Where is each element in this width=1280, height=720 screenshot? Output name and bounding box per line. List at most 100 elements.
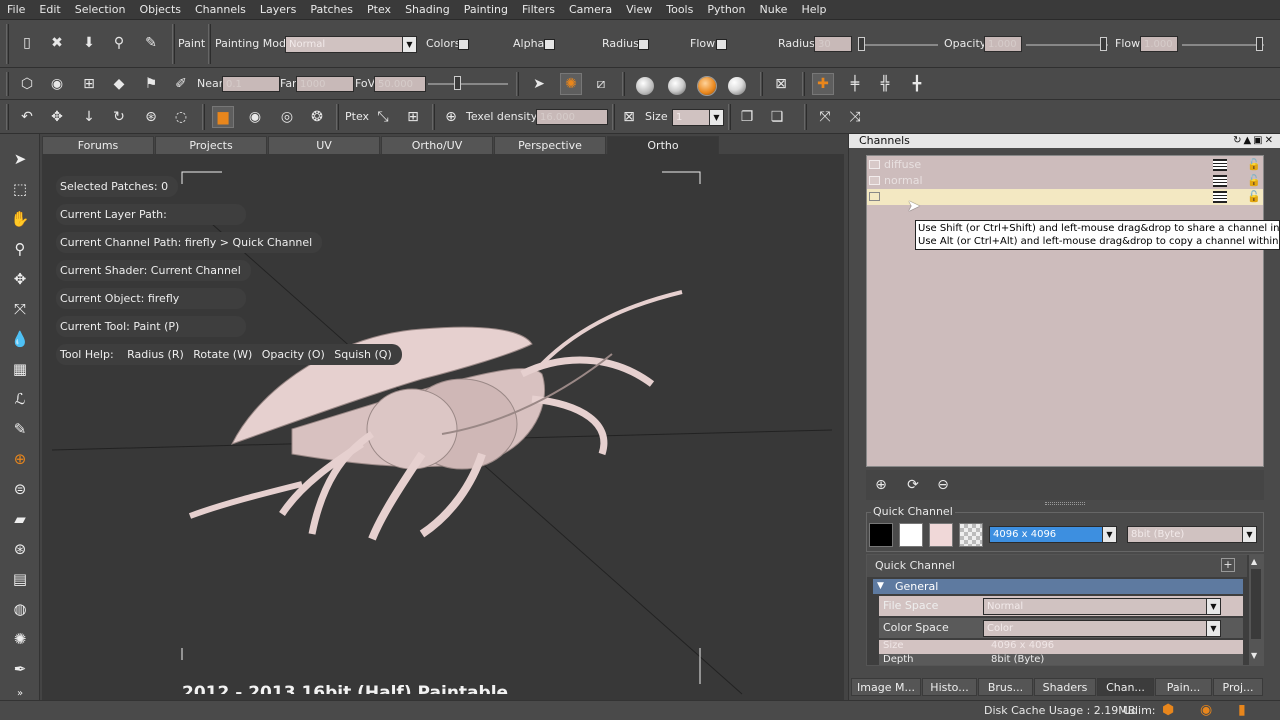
splitter-handle[interactable] [1045,502,1085,505]
menu-objects[interactable]: Objects [132,0,188,20]
clone-icon[interactable]: ⊛ [9,538,31,560]
toolbar-grip[interactable] [622,72,625,96]
radius-checkbox[interactable] [638,39,649,50]
flow-slider-handle[interactable] [1256,37,1263,51]
colors-checkbox[interactable] [458,39,469,50]
transparent-swatch[interactable] [959,523,983,547]
tab-shaders[interactable]: Shaders [1034,678,1096,696]
eyedropper-icon[interactable]: ✒ [9,658,31,680]
menu-painting[interactable]: Painting [457,0,515,20]
menu-filters[interactable]: Filters [515,0,562,20]
menu-python[interactable]: Python [700,0,752,20]
menu-camera[interactable]: Camera [562,0,619,20]
expand-icon[interactable]: ⤧ [814,106,836,128]
transform-tool-icon[interactable]: ⤧ [9,298,31,320]
radius-input[interactable]: 30 [814,36,852,52]
copy-layer-icon[interactable]: ❐ [736,106,758,128]
flow-checkbox[interactable] [716,39,727,50]
zoom-icon[interactable]: ⚲ [9,238,31,260]
radius-slider[interactable] [858,44,938,46]
menu-tools[interactable]: Tools [659,0,700,20]
rotate-icon[interactable]: ↻ [108,106,130,128]
alpha-checkbox[interactable] [544,39,555,50]
globe-icon[interactable]: ⊕ [440,106,462,128]
toolbar-grip[interactable] [336,104,339,130]
add-channel-icon[interactable]: ⊕ [870,474,892,496]
select-pointer-icon[interactable]: ➤ [9,148,31,170]
toolbar-grip[interactable] [6,104,9,130]
lock-icon[interactable]: 🔓 [1247,189,1261,205]
add-axis-icon[interactable]: ╪ [844,73,866,95]
drop-icon[interactable]: 💧 [9,328,31,350]
texel-density-input[interactable]: 16.000 [536,109,608,125]
tab-image-manager[interactable]: Image M... [851,678,921,696]
layer-stack-icon[interactable] [1213,175,1227,187]
brush-icon[interactable]: ✐ [170,73,192,95]
lock-icon[interactable]: 🔓 [1247,173,1261,189]
scroll-down-icon[interactable]: ▼ [1251,651,1257,660]
add-property-icon[interactable]: + [1221,558,1235,572]
toolbar-grip[interactable] [6,24,9,64]
blur-icon[interactable]: ◍ [9,598,31,620]
select-arrow-icon[interactable]: ➤ [528,73,550,95]
ptex-grid-icon[interactable]: ⊞ [402,106,424,128]
toolbar-grip[interactable] [728,104,731,130]
menu-layers[interactable]: Layers [253,0,303,20]
flow-input[interactable]: 1.000 [1140,36,1178,52]
menu-file[interactable]: File [0,0,32,20]
channel-list[interactable]: diffuse 🔓 normal 🔓 🔓 [866,155,1264,467]
flat-shading-icon[interactable] [636,77,654,95]
env-shading-icon[interactable] [728,77,746,95]
toolbar-grip[interactable] [172,24,175,64]
toolbar-grip[interactable] [516,72,519,96]
menu-shading[interactable]: Shading [398,0,457,20]
scrollbar-thumb[interactable] [1251,569,1261,639]
lit-shading-icon[interactable] [668,77,686,95]
down-arrow-icon[interactable]: ↓ [78,106,100,128]
pin-icon[interactable]: ⚲ [108,32,130,54]
tab-histogram[interactable]: Histo... [922,678,977,696]
tab-projects[interactable]: Projects [155,136,267,154]
hex-icon[interactable]: ⬢ [1162,702,1180,718]
menu-selection[interactable]: Selection [68,0,133,20]
opacity-slider-handle[interactable] [1100,37,1107,51]
menu-channels[interactable]: Channels [188,0,253,20]
tab-painting[interactable]: Pain... [1155,678,1212,696]
tab-channels[interactable]: Chan... [1097,678,1154,696]
white-swatch[interactable] [899,523,923,547]
panel-window-controls[interactable]: ↻▲▣✕ [1233,134,1275,148]
viewport-3d[interactable]: Selected Patches: 0 Current Layer Path: … [42,154,844,700]
toolbar-grip[interactable] [802,72,805,96]
toolbar-grip[interactable] [804,104,807,130]
resolution-select[interactable]: 4096 x 4096 ▼ [989,526,1117,543]
tab-brushes[interactable]: Brus... [978,678,1033,696]
frame-icon[interactable]: ⊞ [78,73,100,95]
size-select[interactable]: 1 ▼ [672,109,724,126]
pin-tool-icon[interactable]: ✎ [9,418,31,440]
move-icon[interactable]: ✥ [46,106,68,128]
tab-ortho[interactable]: Ortho [607,136,719,154]
shape-icon[interactable]: ◆ [108,73,130,95]
full-shading-icon[interactable] [697,76,717,96]
toolbar-grip[interactable] [760,72,763,96]
refresh-channel-icon[interactable]: ⟳ [902,474,924,496]
undo-icon[interactable]: ↶ [16,106,38,128]
sparkle-icon[interactable]: ✺ [9,628,31,650]
flag-icon[interactable]: ⚑ [140,73,162,95]
color-swatch[interactable] [929,523,953,547]
tab-uv[interactable]: UV [268,136,380,154]
properties-scrollbar[interactable]: ▲ ▼ [1249,555,1263,665]
painting-mode-select[interactable]: Normal ▼ [285,36,417,53]
fov-input[interactable]: 50.000 [374,76,426,92]
grid-tool-icon[interactable]: ▦ [9,358,31,380]
clear-icon[interactable]: ✖ [46,32,68,54]
depth-select[interactable]: 8bit (Byte) ▼ [1127,526,1257,543]
collapse-triangle-icon[interactable]: ▼ [877,579,884,594]
toolbar-grip[interactable] [612,104,615,130]
channel-row[interactable]: normal 🔓 [867,173,1263,189]
toolbar-grip[interactable] [202,104,205,130]
eye-mask-icon[interactable]: ◎ [276,106,298,128]
layer-stack-icon[interactable] [1213,159,1227,171]
move-tool-icon[interactable]: ✥ [9,268,31,290]
scroll-up-icon[interactable]: ▲ [1251,557,1257,566]
